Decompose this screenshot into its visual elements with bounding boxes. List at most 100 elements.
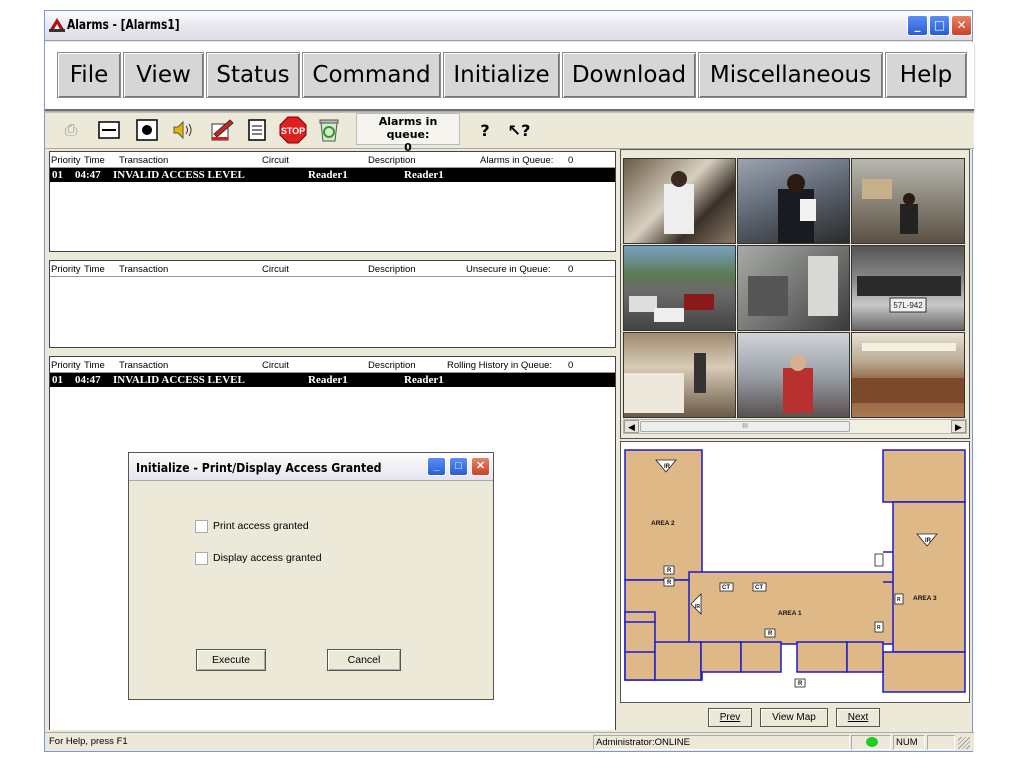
history-row[interactable]: 01 04:47 INVALID ACCESS LEVEL Reader1 Re… [50,373,615,387]
online-indicator [851,735,891,750]
stop-label: STOP [281,126,305,136]
menu-file[interactable]: File [57,52,121,98]
area-1-label: AREA 1 [778,610,802,617]
window-title: Alarms - [Alarms1] [67,18,180,33]
display-access-granted-option[interactable]: Display access granted [195,550,322,566]
camera-feed[interactable] [851,332,965,418]
col-priority: Priority [51,264,81,275]
floor-map[interactable]: IR IR IR R R CT CT R R R R AREA 2 AREA 1… [620,441,970,703]
col-transaction: Transaction [119,264,169,275]
alarms-queue-box: Alarms in queue: 0 [356,113,460,154]
floor-plan: IR IR IR R R CT CT R R R R AREA 2 AREA 1… [624,449,966,693]
unsecure-queue-label: Unsecure in Queue: [466,264,551,275]
col-time: Time [84,264,105,275]
ir-label: IR [664,464,671,470]
close-button[interactable]: ✕ [951,15,972,36]
video-scrollbar[interactable]: ◀ III ▶ [623,419,967,434]
execute-button[interactable]: Execute [196,649,266,671]
num-lock-indicator: NUM [893,735,925,750]
toolbar: ⎙ STOP Alarms in queue: 0 ? ↖? [45,113,974,154]
print-access-checkbox[interactable] [195,519,208,533]
stop-icon[interactable]: STOP [279,116,307,144]
video-panel: 57L-942 ◀ III ▶ [620,149,970,439]
status-spare-cell [927,735,955,750]
help-icon[interactable]: ? [471,116,499,144]
menu-status[interactable]: Status [206,52,300,98]
unsecure-queue-count: 0 [568,264,574,275]
menu-download[interactable]: Download [562,52,696,98]
col-transaction: Transaction [119,155,169,166]
resize-grip-icon[interactable] [958,737,970,749]
reader-label: R [877,625,881,631]
alarms-queue-count: 0 [568,155,574,166]
scroll-left-icon[interactable]: ◀ [624,420,639,433]
camera-feed[interactable] [623,332,736,418]
dialog-title-bar[interactable]: Initialize - Print/Display Access Grante… [129,453,493,481]
dialog-minimize-button[interactable]: _ [427,457,446,476]
menu-command[interactable]: Command [302,52,441,98]
next-button[interactable]: Next [836,708,880,727]
record-icon[interactable] [133,116,161,144]
row-transaction: INVALID ACCESS LEVEL [113,169,245,181]
camera-feed[interactable] [737,158,850,244]
scroll-right-icon[interactable]: ▶ [951,420,966,433]
camera-feed[interactable] [737,332,850,418]
row-circuit: Reader1 [308,374,348,386]
print-access-granted-option[interactable]: Print access granted [195,518,309,534]
printer-icon[interactable]: ⎙ [57,116,85,144]
reader-label: R [667,580,672,586]
prev-button[interactable]: Prev [708,708,752,727]
menu-initialize[interactable]: Initialize [443,52,560,98]
col-circuit: Circuit [262,264,289,275]
alarms-pane[interactable]: Priority Time Transaction Circuit Descri… [49,151,616,252]
row-priority: 01 [52,169,63,181]
print-access-label: Print access granted [213,520,309,532]
ct-label: CT [755,585,763,591]
notes-icon[interactable] [243,116,271,144]
scroll-thumb[interactable]: III [640,421,850,432]
reader-label: R [667,568,672,574]
menu-miscellaneous[interactable]: Miscellaneous [698,52,883,98]
area-3-label: AREA 3 [913,595,937,602]
area-2-label: AREA 2 [651,520,675,527]
title-bar[interactable]: Alarms - [Alarms1] _ □ ✕ [45,11,972,41]
map-nav: Prev View Map Next [620,705,970,731]
camera-feed[interactable] [623,158,736,244]
camera-feed[interactable]: 57L-942 [851,245,965,331]
display-access-label: Display access granted [213,552,322,564]
user-status: Administrator:ONLINE [593,735,850,750]
edit-icon[interactable] [207,116,235,144]
display-access-checkbox[interactable] [195,551,208,565]
speaker-icon[interactable] [169,116,197,144]
menu-view[interactable]: View [123,52,204,98]
context-help-icon[interactable]: ↖? [505,116,533,144]
row-transaction: INVALID ACCESS LEVEL [113,374,245,386]
col-description: Description [368,264,416,275]
online-status-icon [866,737,878,747]
minimize-button[interactable]: _ [907,15,928,36]
alarm-row[interactable]: 01 04:47 INVALID ACCESS LEVEL Reader1 Re… [50,168,615,182]
row-time: 04:47 [75,169,101,181]
col-transaction: Transaction [119,360,169,371]
history-queue-count: 0 [568,360,574,371]
camera-feed[interactable] [851,158,965,244]
recycle-icon[interactable] [315,116,343,144]
window-icon[interactable] [95,116,123,144]
access-granted-dialog: Initialize - Print/Display Access Grante… [128,452,494,700]
maximize-button[interactable]: □ [929,15,950,36]
ir-label: IR [925,538,932,544]
dialog-maximize-button[interactable]: □ [449,457,468,476]
cancel-button[interactable]: Cancel [327,649,401,671]
camera-feed[interactable] [623,245,736,331]
row-description: Reader1 [404,374,444,386]
camera-feed[interactable] [737,245,850,331]
menu-help[interactable]: Help [885,52,967,98]
col-priority: Priority [51,155,81,166]
view-map-button[interactable]: View Map [760,708,828,727]
dialog-close-button[interactable]: ✕ [471,457,490,476]
dialog-title: Initialize - Print/Display Access Grante… [136,460,382,475]
row-circuit: Reader1 [308,169,348,181]
unsecure-pane[interactable]: Priority Time Transaction Circuit Descri… [49,260,616,348]
ct-label: CT [722,585,730,591]
col-description: Description [368,155,416,166]
